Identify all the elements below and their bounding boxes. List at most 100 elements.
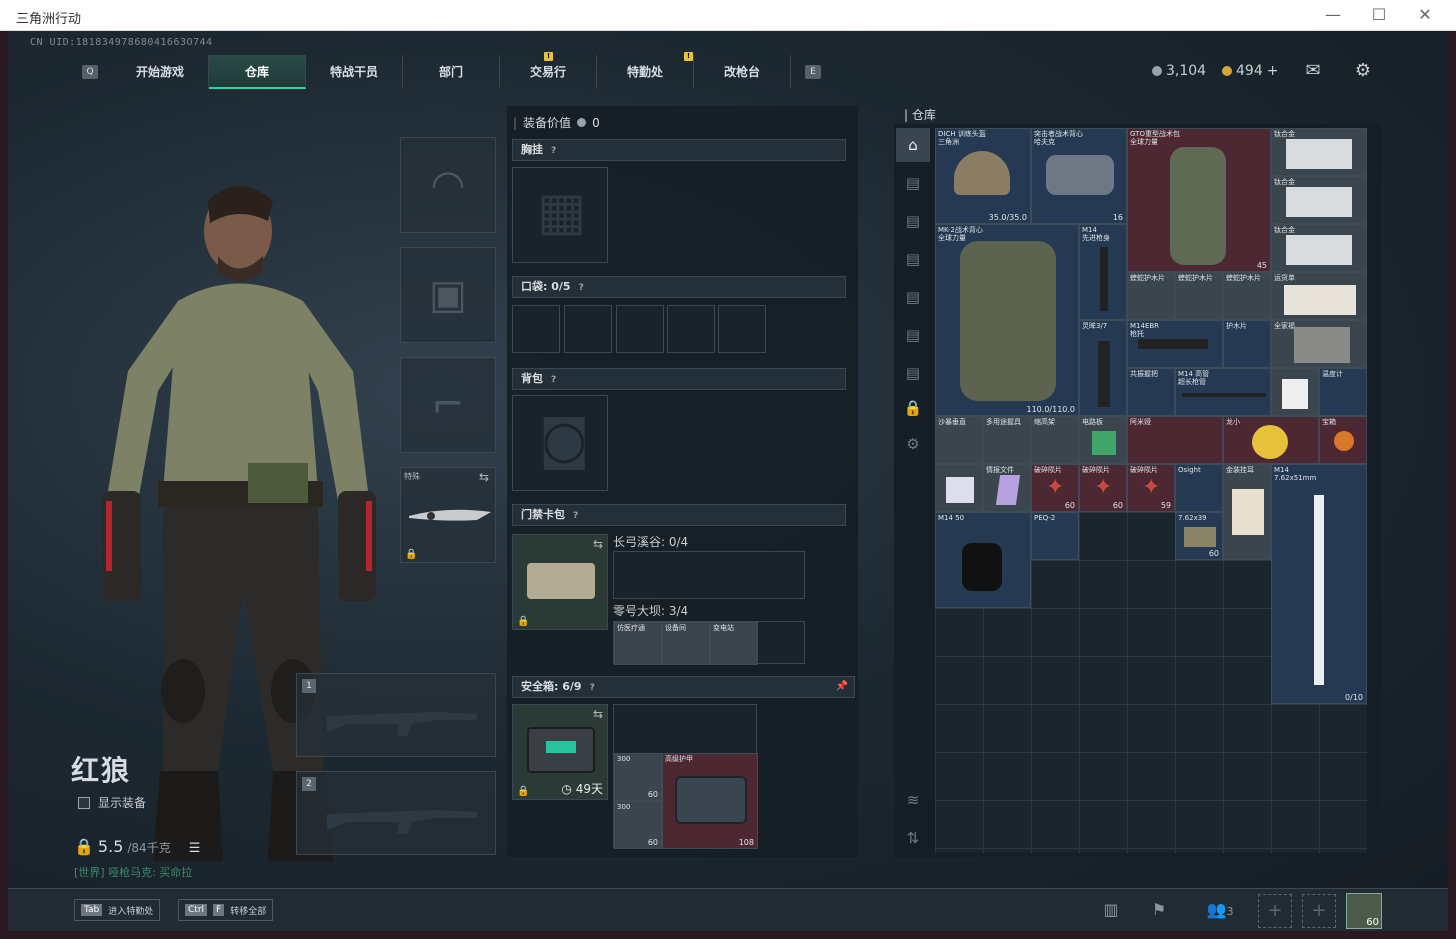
item-stock[interactable]: M14EBR 枪托 (1127, 320, 1223, 368)
tab-trade[interactable]: ! 交易行 (500, 52, 597, 89)
item-peq[interactable]: PEQ-2 (1031, 512, 1079, 560)
pocket-slot[interactable] (564, 305, 612, 353)
item-scope[interactable]: 灵眸3/7 (1079, 320, 1127, 416)
help-icon[interactable]: ? (551, 370, 556, 390)
map-a-key-slots[interactable] (613, 551, 805, 599)
item-titanium[interactable]: 钛合金 (1271, 128, 1367, 176)
melee-slot[interactable]: 特殊 ⇆ 🔒 (400, 467, 496, 563)
item-handguard-part[interactable]: 护木片 (1223, 320, 1271, 368)
stack-button[interactable]: ≋ (896, 783, 930, 817)
tab-gunsmith[interactable]: ! 改枪台 (684, 52, 791, 89)
key-card-item[interactable]: 仿医疗通 (614, 622, 662, 665)
safe-item[interactable]: 300 60 (614, 753, 662, 801)
warehouse-tab-all[interactable]: ⌂ (896, 128, 930, 162)
close-button[interactable]: ✕ (1410, 4, 1440, 26)
sort-button[interactable]: ⇅ (896, 821, 930, 855)
item-treasure[interactable]: 宝箱 (1319, 416, 1367, 464)
invite-slot-button[interactable]: + (1258, 894, 1292, 928)
item-sight[interactable]: Osight (1175, 464, 1223, 512)
warehouse-tab-4[interactable]: ▤ (896, 242, 930, 276)
enter-special-ops-shortcut[interactable]: Tab 进入特勤处 (74, 899, 161, 921)
swap-icon[interactable]: ⇆ (593, 537, 603, 551)
warehouse-tab-7[interactable]: ▤ (896, 356, 930, 390)
item-armor-vest[interactable]: MK-2战术背心 全球力量 110.0/110.0 (935, 224, 1079, 416)
stats-icon[interactable]: ▥ (1098, 898, 1124, 922)
item-m14-rifle[interactable]: M14 7.62x51mm 0/10 (1271, 464, 1367, 704)
item-vest-bag[interactable]: 突击者战术背心 哈夫克 16 (1031, 128, 1127, 224)
world-chat-line[interactable]: [世界] 哑枪马克: 买命拉 (74, 864, 192, 880)
item-waybill[interactable]: 运货单 (1271, 272, 1367, 320)
warehouse-tab-6[interactable]: ▤ (896, 318, 930, 352)
friends-button[interactable]: 👥3 (1200, 898, 1240, 922)
safebox-slot[interactable]: ⇆ 🔒 ◷ 49天 (512, 704, 608, 800)
gold-currency[interactable]: 494 + (1222, 63, 1278, 79)
item-grip[interactable]: 共振握把 (1127, 368, 1175, 416)
item-drum-mag[interactable]: M14 50 (935, 512, 1031, 608)
pocket-slot[interactable] (512, 305, 560, 353)
gear-icon[interactable]: ⚙ (1352, 62, 1374, 80)
item-titanium[interactable]: 钛合金 (1271, 176, 1367, 224)
backpack-slot[interactable]: ◙ (512, 395, 608, 491)
swap-icon[interactable]: ⇆ (479, 470, 489, 484)
item-figure[interactable]: 阿米娅 (1127, 416, 1223, 464)
item-intel[interactable] (935, 464, 983, 512)
item-family-photo[interactable]: 全家福 (1271, 320, 1367, 368)
help-icon[interactable]: ? (590, 678, 595, 698)
tab-warehouse[interactable]: 仓库 (209, 55, 306, 89)
mail-icon[interactable]: ✉ (1302, 62, 1324, 80)
maximize-button[interactable]: ☐ (1364, 4, 1394, 26)
item-circuit-board[interactable]: 电路板 (1079, 416, 1127, 464)
item-meteor-shard[interactable]: 破碎陨片 ✦ 59 (1127, 464, 1175, 512)
item-meteor-shard[interactable]: 破碎陨片 ✦ 60 (1079, 464, 1127, 512)
key-card-item[interactable]: 设备间 (662, 622, 710, 665)
sidearm-slot[interactable]: ⌐ (400, 357, 496, 453)
tab-start-game[interactable]: 开始游戏 (112, 55, 209, 89)
show-equipment-toggle[interactable]: 显示装备 (78, 794, 146, 811)
list-icon[interactable]: ☰ (189, 841, 201, 856)
warehouse-tab-2[interactable]: ▤ (896, 166, 930, 200)
warehouse-tab-locked[interactable]: 🔒 (896, 391, 930, 425)
key-card-item[interactable]: 变电站 (710, 622, 758, 665)
item-handguard[interactable]: 蝰蛇护木片 (1127, 272, 1175, 320)
help-icon[interactable]: ? (573, 506, 578, 526)
item-intel-file[interactable]: 情报文件 (983, 464, 1031, 512)
warehouse-tab-3[interactable]: ▤ (896, 204, 930, 238)
keycard-case-slot[interactable]: ⇆ 🔒 (512, 534, 608, 630)
armor-slot[interactable]: ▣ (400, 247, 496, 343)
gold-add[interactable]: + (1267, 63, 1279, 79)
tab-special-ops[interactable]: 特勤处 (597, 55, 694, 89)
safe-item-armor-bag[interactable]: 高级护甲 108 (662, 753, 758, 849)
map-b-key-slots[interactable]: 仿医疗通 设备间 变电站 (613, 621, 805, 665)
chest-rig-slot[interactable]: ▦ (512, 167, 608, 263)
warehouse-tab-5[interactable]: ▤ (896, 280, 930, 314)
item-tool[interactable]: 多用途握具 (983, 416, 1031, 464)
item-figure[interactable]: 龙小 (1223, 416, 1319, 464)
tab-department[interactable]: 部门 (403, 55, 500, 89)
invite-slot-button[interactable]: + (1302, 894, 1336, 928)
pocket-slot[interactable] (718, 305, 766, 353)
item-titanium[interactable]: 钛合金 (1271, 224, 1367, 272)
tab-operators[interactable]: 特战干员 (306, 55, 403, 89)
help-icon[interactable]: ? (579, 278, 584, 298)
pin-icon[interactable]: 📌 (836, 677, 848, 697)
item-gold-tag[interactable]: 金装挂耳 (1223, 464, 1271, 560)
primary-weapon-slot[interactable]: 1 (296, 673, 496, 757)
item-handguard[interactable]: 蝰蛇护木片 (1175, 272, 1223, 320)
item-bipod[interactable]: 缩高架 (1031, 416, 1079, 464)
secondary-weapon-slot[interactable]: 2 (296, 771, 496, 855)
item-receiver[interactable]: M14 先进枪身 (1079, 224, 1127, 320)
helmet-slot[interactable]: ◠ (400, 137, 496, 233)
help-icon[interactable]: ? (551, 141, 556, 161)
item-barrel[interactable]: M14 高管 超长枪管 (1175, 368, 1271, 416)
item-thermometer[interactable]: 温度计 (1319, 368, 1367, 416)
item-ammo[interactable]: 7.62x39 60 (1175, 512, 1223, 560)
swap-icon[interactable]: ⇆ (593, 707, 603, 721)
item-handguard[interactable]: 蝰蛇护木片 (1223, 272, 1271, 320)
item-meteor-shard[interactable]: 破碎陨片 ✦ 60 (1031, 464, 1079, 512)
minimize-button[interactable]: — (1318, 4, 1348, 26)
silver-currency[interactable]: 3,104 (1152, 63, 1206, 79)
item-device[interactable] (1271, 368, 1319, 416)
transfer-all-shortcut[interactable]: Ctrl F 转移全部 (178, 899, 274, 921)
flag-icon[interactable]: ⚑ (1146, 898, 1172, 922)
item-vertical-grip[interactable]: 沙暴垂直 (935, 416, 983, 464)
